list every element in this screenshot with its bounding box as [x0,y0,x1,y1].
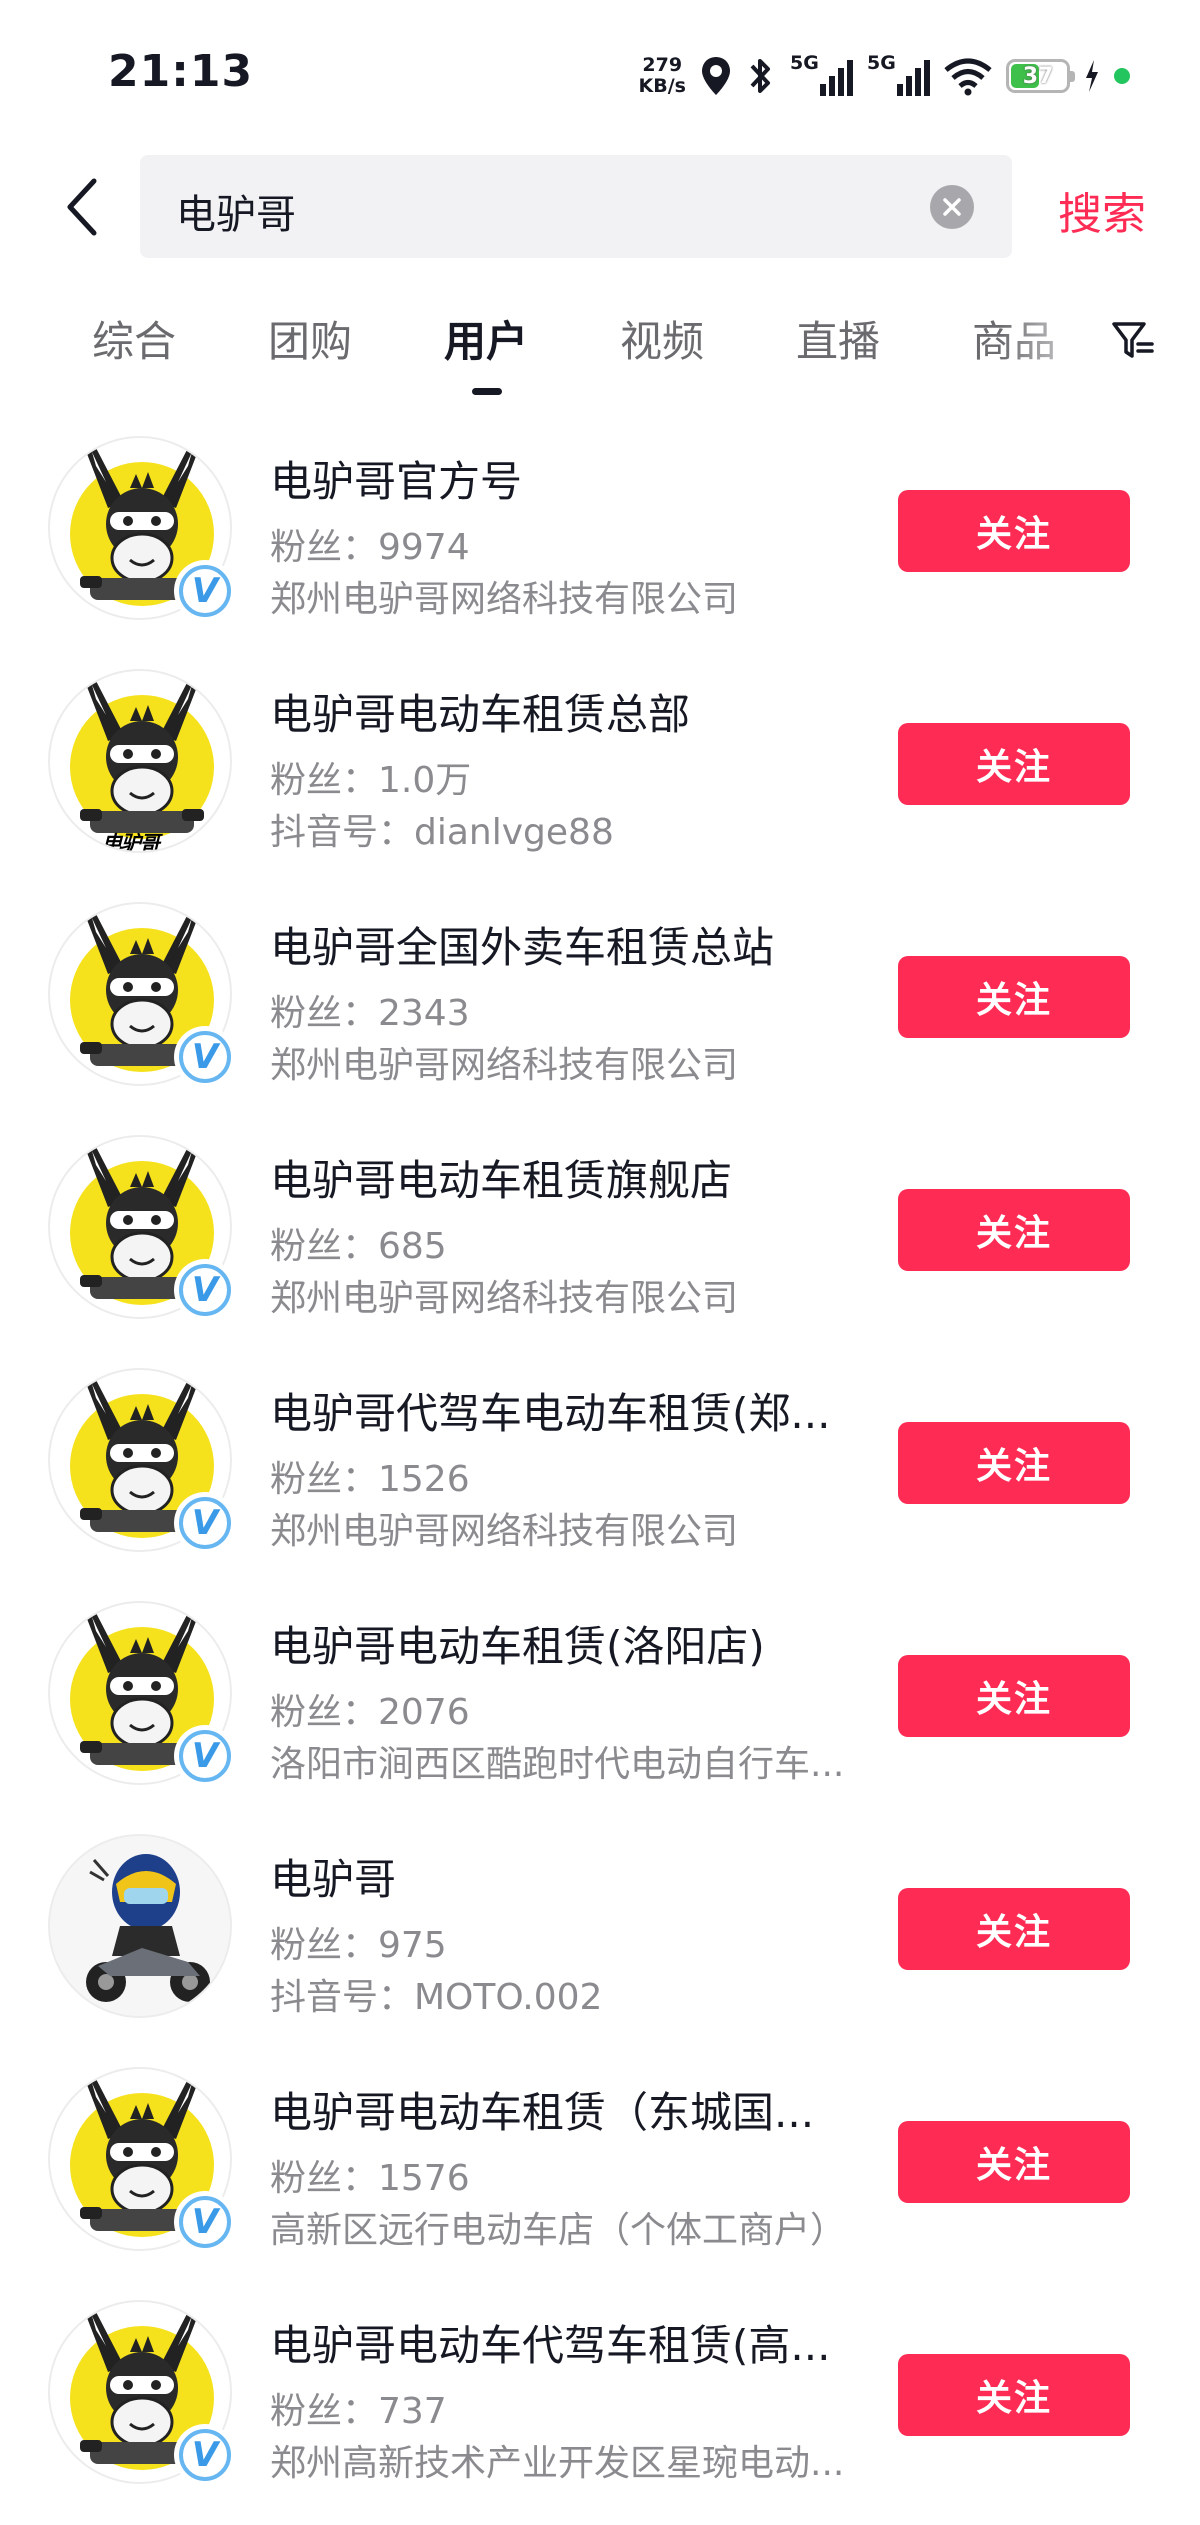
follower-count: 粉丝：737 [270,2391,447,2432]
follow-button[interactable]: 关注 [898,2354,1130,2436]
wifi-icon [944,56,992,96]
verified-v-icon: V [179,1497,231,1549]
battery-level: 37 [1022,63,1054,89]
user-results-list: 电驴哥官方号 粉丝：9974 郑州电驴哥网络科技有限公司 关注 V 电驴哥 电驴… [0,436,1200,2525]
close-icon [943,198,961,216]
follower-count: 粉丝：2076 [270,1692,470,1733]
follower-count: 粉丝：1.0万 [270,760,472,801]
verified-v-icon: V [179,2429,231,2481]
follower-count: 粉丝：2343 [270,993,470,1034]
follower-count: 粉丝：685 [270,1226,447,1267]
charging-icon [1084,59,1100,93]
verified-v-icon: V [179,1264,231,1316]
verified-badge-icon: V [174,2191,236,2253]
verified-badge-icon: V [174,1492,236,1554]
user-subtitle: 郑州电驴哥网络科技有限公司 [270,1045,739,1086]
user-subtitle: 抖音号：MOTO.002 [270,1977,603,2018]
user-name: 电驴哥电动车租赁(洛阳店) [270,1622,765,1671]
verified-v-icon: V [179,1730,231,1782]
user-name: 电驴哥官方号 [270,457,523,506]
tab-videos[interactable]: 视频 [620,308,704,369]
user-subtitle: 抖音号：dianlvge88 [270,812,614,853]
network-speed-unit: KB/s [638,75,686,97]
follow-button[interactable]: 关注 [898,1888,1130,1970]
status-time: 21:13 [108,46,254,97]
follower-count: 粉丝：1576 [270,2158,470,2199]
verified-badge-icon: V [174,1259,236,1321]
user-result-row[interactable]: 电驴哥电动车租赁旗舰店 粉丝：685 郑州电驴哥网络科技有限公司 关注 V [0,1135,1200,1368]
search-input[interactable]: 电驴哥 [140,155,1012,258]
user-result-row[interactable]: 电驴哥 电驴哥电动车租赁总部 粉丝：1.0万 抖音号：dianlvge88 关注 [0,669,1200,902]
signal-5g-label: 5G [790,52,819,74]
tab-fade [1000,300,1110,380]
verified-badge-icon: V [174,1725,236,1787]
user-result-row[interactable]: 电驴哥全国外卖车租赁总站 粉丝：2343 郑州电驴哥网络科技有限公司 关注 V [0,902,1200,1135]
avatar[interactable]: 电驴哥 [48,669,232,853]
result-tabs: 综合 团购 用户 视频 直播 商品 [0,300,1200,400]
location-icon [700,55,732,97]
follow-button[interactable]: 关注 [898,490,1130,572]
active-tab-indicator [472,388,502,395]
user-name: 电驴哥代驾车电动车租赁(郑... [270,1389,831,1438]
avatar-caption: 电驴哥 [102,831,160,853]
bluetooth-icon [746,55,776,97]
network-speed: 279 KB/s [639,55,686,97]
user-subtitle: 洛阳市涧西区酷跑时代电动自行车... [270,1744,845,1785]
user-subtitle: 郑州电驴哥网络科技有限公司 [270,1511,739,1552]
follow-button[interactable]: 关注 [898,956,1130,1038]
user-name: 电驴哥电动车代驾车租赁(高... [270,2321,831,2370]
user-name: 电驴哥全国外卖车租赁总站 [270,923,775,972]
user-subtitle: 郑州电驴哥网络科技有限公司 [270,1278,739,1319]
follow-button[interactable]: 关注 [898,2121,1130,2203]
status-icons: 279 KB/s 5G 5G 37 [639,48,1130,104]
follow-button[interactable]: 关注 [898,1655,1130,1737]
user-result-row[interactable]: 电驴哥电动车租赁(洛阳店) 粉丝：2076 洛阳市涧西区酷跑时代电动自行车...… [0,1601,1200,1834]
verified-badge-icon: V [174,1026,236,1088]
motorcycle-rider-avatar-image [50,1836,230,2016]
follow-button[interactable]: 关注 [898,1189,1130,1271]
signal-icon: 5G [867,52,930,96]
user-result-row[interactable]: 电驴哥官方号 粉丝：9974 郑州电驴哥网络科技有限公司 关注 V [0,436,1200,669]
verified-badge-icon: V [174,2424,236,2486]
follower-count: 粉丝：975 [270,1925,447,1966]
user-name: 电驴哥电动车租赁（东城国... [270,2088,815,2137]
verified-badge-icon: V [174,560,236,622]
donkey-logo-avatar-image [50,671,230,851]
tab-group-buy[interactable]: 团购 [268,308,352,369]
dot-icon [1114,68,1130,84]
follower-count: 粉丝：1526 [270,1459,470,1500]
user-subtitle: 郑州电驴哥网络科技有限公司 [270,579,739,620]
verified-v-icon: V [179,565,231,617]
clear-search-button[interactable] [930,185,974,229]
chevron-left-icon [67,178,97,236]
search-input-value: 电驴哥 [176,192,296,238]
signal-5g-label: 5G [867,52,896,74]
battery-icon: 37 [1006,59,1075,93]
tab-live[interactable]: 直播 [796,308,880,369]
signal-icon: 5G [790,52,853,96]
user-result-row[interactable]: 电驴哥 粉丝：975 抖音号：MOTO.002 关注 [0,1834,1200,2067]
network-speed-value: 279 [642,54,683,76]
filter-icon [1112,322,1154,358]
back-button[interactable] [52,172,112,242]
verified-v-icon: V [179,1031,231,1083]
follow-button[interactable]: 关注 [898,723,1130,805]
search-button[interactable]: 搜索 [1058,178,1146,242]
status-bar: 21:13 279 KB/s 5G 5G 37 [0,0,1200,150]
avatar[interactable] [48,1834,232,2018]
user-result-row[interactable]: 电驴哥电动车代驾车租赁(高... 粉丝：737 郑州高新技术产业开发区星琬电动.… [0,2300,1200,2525]
tab-comprehensive[interactable]: 综合 [92,308,176,369]
tab-users[interactable]: 用户 [444,308,528,369]
follow-button[interactable]: 关注 [898,1422,1130,1504]
user-name: 电驴哥电动车租赁旗舰店 [270,1156,733,1205]
user-subtitle: 高新区远行电动车店（个体工商户） [270,2210,847,2251]
verified-v-icon: V [179,2196,231,2248]
user-name: 电驴哥电动车租赁总部 [270,690,691,739]
user-name: 电驴哥 [270,1855,397,1904]
filter-button[interactable] [1110,310,1160,370]
follower-count: 粉丝：9974 [270,527,470,568]
user-result-row[interactable]: 电驴哥代驾车电动车租赁(郑... 粉丝：1526 郑州电驴哥网络科技有限公司 关… [0,1368,1200,1601]
user-result-row[interactable]: 电驴哥电动车租赁（东城国... 粉丝：1576 高新区远行电动车店（个体工商户）… [0,2067,1200,2300]
user-subtitle: 郑州高新技术产业开发区星琬电动... [270,2443,845,2484]
